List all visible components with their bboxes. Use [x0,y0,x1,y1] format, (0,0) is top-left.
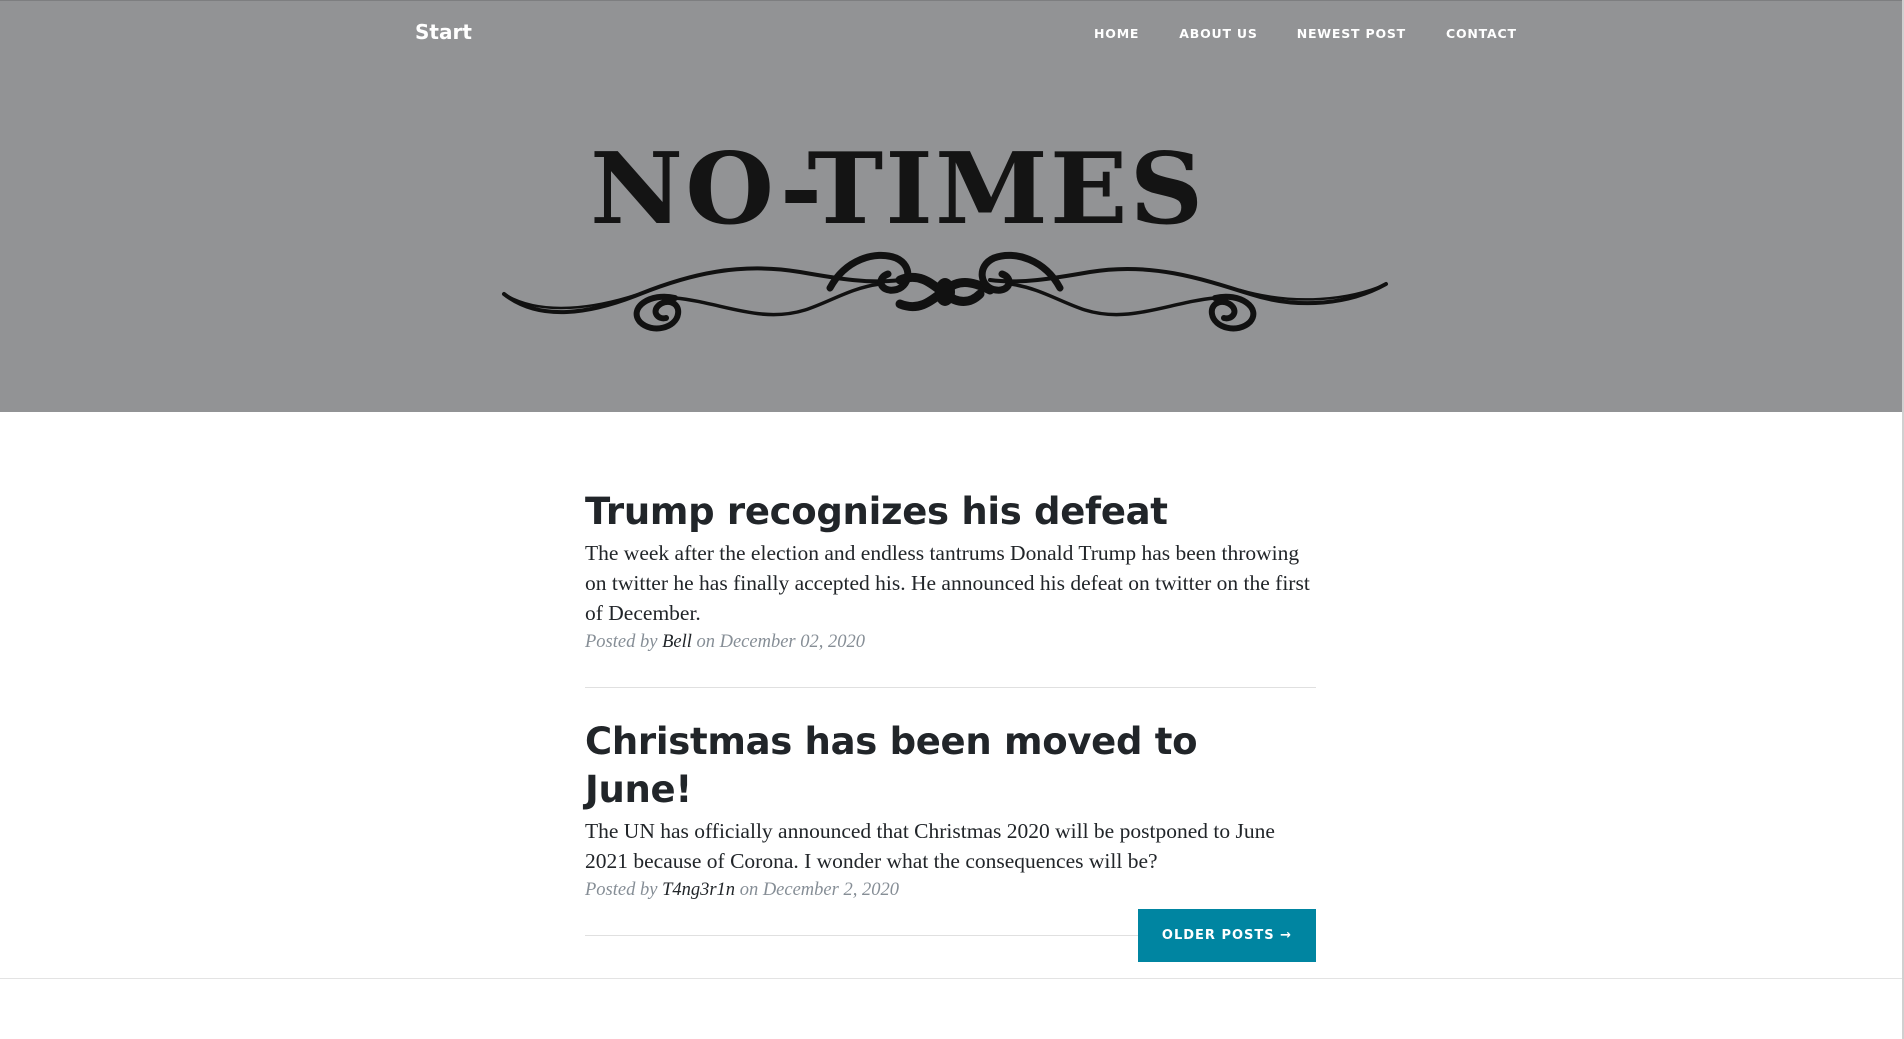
nav-item-home[interactable]: Home [1094,26,1139,41]
ornament-flourish-icon [502,251,1388,332]
post-meta-on: on [696,632,715,652]
main-nav: Home About Us Newest Post Contact [1094,26,1517,41]
post-list: Trump recognizes his defeat The week aft… [585,488,1316,936]
post-excerpt[interactable]: The UN has officially announced that Chr… [585,816,1316,876]
nav-item-contact[interactable]: Contact [1446,26,1517,41]
footer-divider [0,978,1902,979]
post-author-link[interactable]: T4ng3r1n [662,880,735,900]
post-excerpt[interactable]: The week after the election and endless … [585,538,1316,628]
post-preview: Christmas has been moved to June! The UN… [585,718,1316,903]
page: Start Home About Us Newest Post Contact … [0,0,1902,1039]
post-meta: Posted by Bell on December 02, 2020 [585,629,1316,655]
post-meta-prefix: Posted by [585,632,658,652]
post-title[interactable]: Christmas has been moved to June! [585,718,1316,814]
post-author-link[interactable]: Bell [662,632,692,652]
post-date: December 2, 2020 [762,880,899,900]
post-meta: Posted by T4ng3r1n on December 2, 2020 [585,877,1316,903]
post-divider [585,687,1316,688]
nav-item-newest-post[interactable]: Newest Post [1297,26,1406,41]
post-date: December 02, 2020 [719,632,865,652]
browser-viewport: Start Home About Us Newest Post Contact … [0,0,1904,1039]
post-meta-prefix: Posted by [585,880,658,900]
nav-item-about-us[interactable]: About Us [1179,26,1257,41]
older-posts-button[interactable]: Older Posts → [1138,909,1316,962]
post-preview: Trump recognizes his defeat The week aft… [585,488,1316,655]
masthead-top-border [0,0,1902,1]
post-meta-on: on [739,880,759,900]
site-logo: NO-TIMES [500,130,1390,332]
brand-link[interactable]: Start [415,20,472,44]
post-title[interactable]: Trump recognizes his defeat [585,488,1316,536]
masthead: Start Home About Us Newest Post Contact … [0,0,1902,412]
